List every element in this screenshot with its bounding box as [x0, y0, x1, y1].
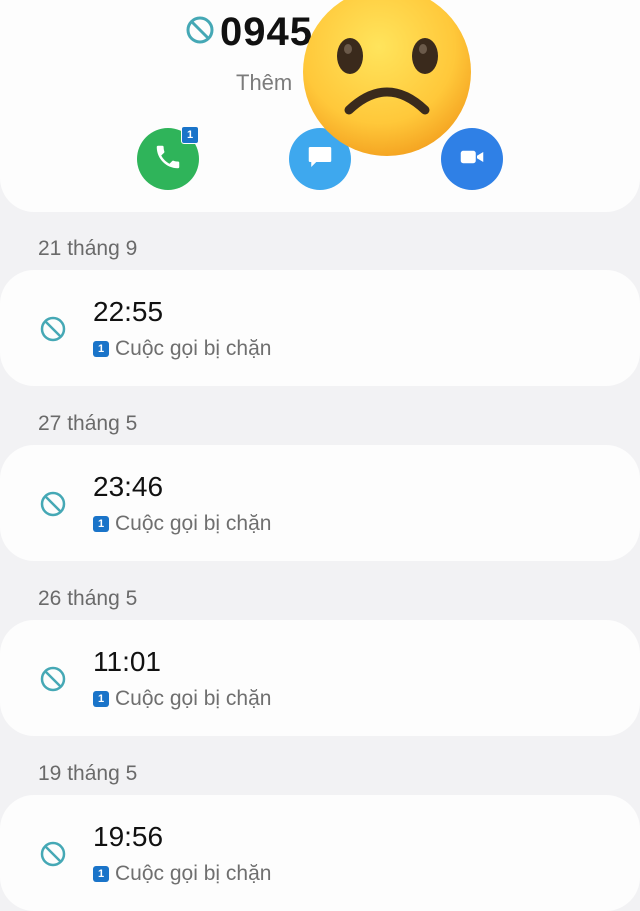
blocked-icon: [184, 14, 216, 51]
phone-icon: [153, 142, 183, 177]
call-log-item[interactable]: 11:01 1 Cuộc gọi bị chặn: [0, 620, 640, 736]
blocked-icon: [38, 489, 68, 519]
call-time: 19:56: [93, 821, 164, 852]
sim-badge: 1: [93, 866, 109, 882]
call-status-row: 1 Cuộc gọi bị chặn: [93, 337, 271, 361]
call-log-item[interactable]: 22:55 1 Cuộc gọi bị chặn: [0, 270, 640, 386]
phone-number-row: 0945: [184, 12, 313, 52]
sim-badge: 1: [93, 516, 109, 532]
call-status-row: 1 Cuộc gọi bị chặn: [93, 687, 271, 711]
blocked-icon: [38, 314, 68, 344]
date-header: 27 tháng 5: [38, 412, 138, 435]
call-time: 23:46: [93, 471, 164, 502]
call-status: Cuộc gọi bị chặn: [115, 862, 272, 885]
add-contact-link[interactable]: Thêm: [236, 70, 292, 96]
sim-badge: 1: [181, 126, 199, 144]
call-log-item[interactable]: 23:46 1 Cuộc gọi bị chặn: [0, 445, 640, 561]
call-time: 11:01: [93, 646, 161, 677]
call-time: 22:55: [93, 296, 164, 327]
sim-badge: 1: [93, 341, 109, 357]
call-status-row: 1 Cuộc gọi bị chặn: [93, 862, 271, 886]
date-header: 19 tháng 5: [38, 762, 138, 785]
call-button[interactable]: 1: [137, 126, 199, 190]
blocked-icon: [38, 839, 68, 869]
call-status: Cuộc gọi bị chặn: [115, 687, 272, 710]
call-status: Cuộc gọi bị chặn: [115, 337, 272, 360]
blocked-icon: [38, 664, 68, 694]
sim-badge: 1: [93, 691, 109, 707]
date-header: 21 tháng 9: [38, 237, 138, 260]
sad-face-emoji: [303, 0, 471, 156]
call-log-item[interactable]: 19:56 1 Cuộc gọi bị chặn: [0, 795, 640, 911]
call-status: Cuộc gọi bị chặn: [115, 512, 272, 535]
date-header: 26 tháng 5: [38, 587, 138, 610]
call-status-row: 1 Cuộc gọi bị chặn: [93, 512, 271, 536]
